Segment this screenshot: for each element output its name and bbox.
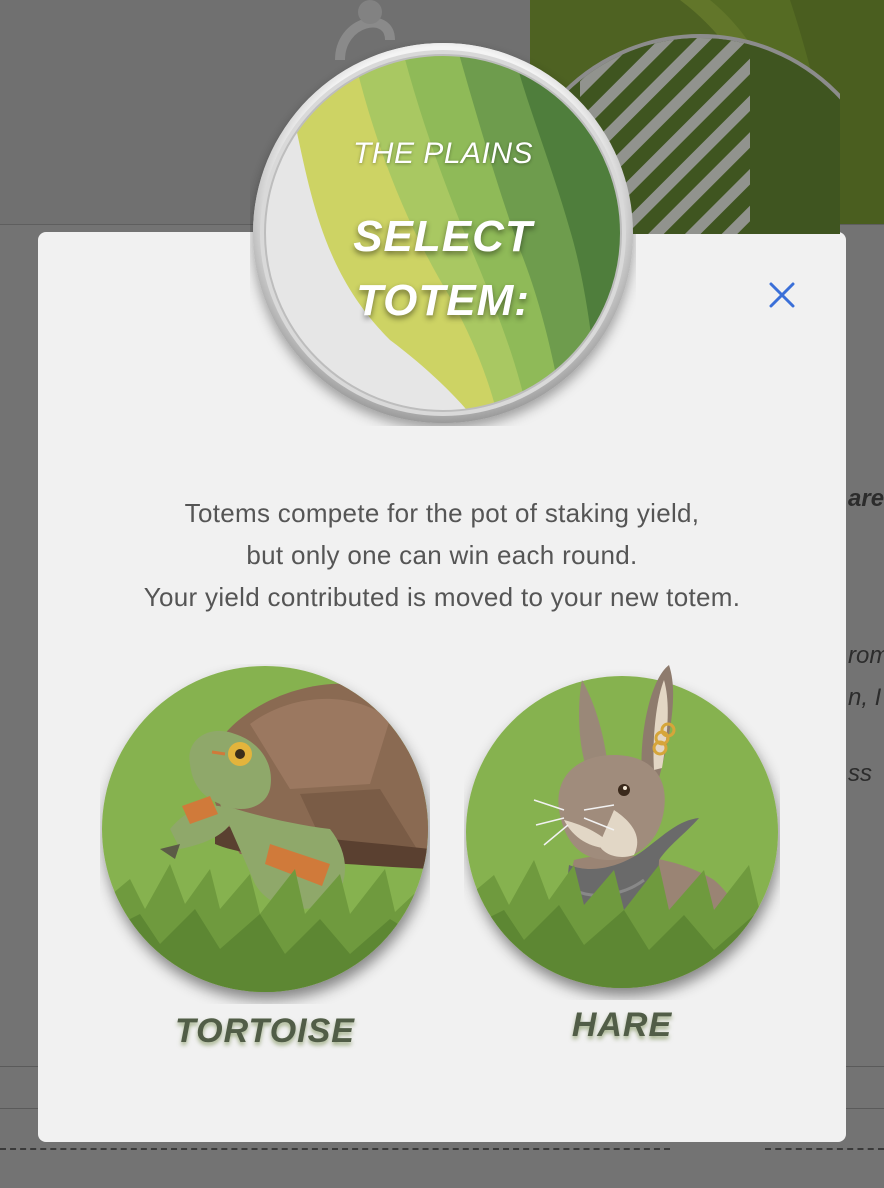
background-text: n, I [848, 684, 882, 711]
plains-badge-front-icon [253, 43, 633, 423]
background-text: are [848, 485, 884, 512]
close-button[interactable] [757, 270, 807, 320]
totem-option-hare[interactable]: HARE [464, 660, 780, 1050]
tortoise-icon [102, 666, 428, 992]
modal-description: Totems compete for the pot of staking yi… [38, 492, 846, 618]
description-line: Your yield contributed is moved to your … [143, 582, 741, 612]
background-dashed-divider [765, 1148, 884, 1150]
close-icon [769, 282, 795, 308]
background-dashed-divider [0, 1148, 670, 1150]
description-line: but only one can win each round. [246, 540, 638, 570]
background-text: ss [848, 760, 872, 787]
totem-option-tortoise[interactable]: TORTOISE [100, 664, 430, 1064]
background-text: rom [848, 642, 884, 669]
totem-label-tortoise: TORTOISE [175, 1012, 355, 1050]
totem-label-hare: HARE [571, 1006, 673, 1044]
description-line: Totems compete for the pot of staking yi… [184, 498, 700, 528]
hare-icon [466, 665, 778, 988]
